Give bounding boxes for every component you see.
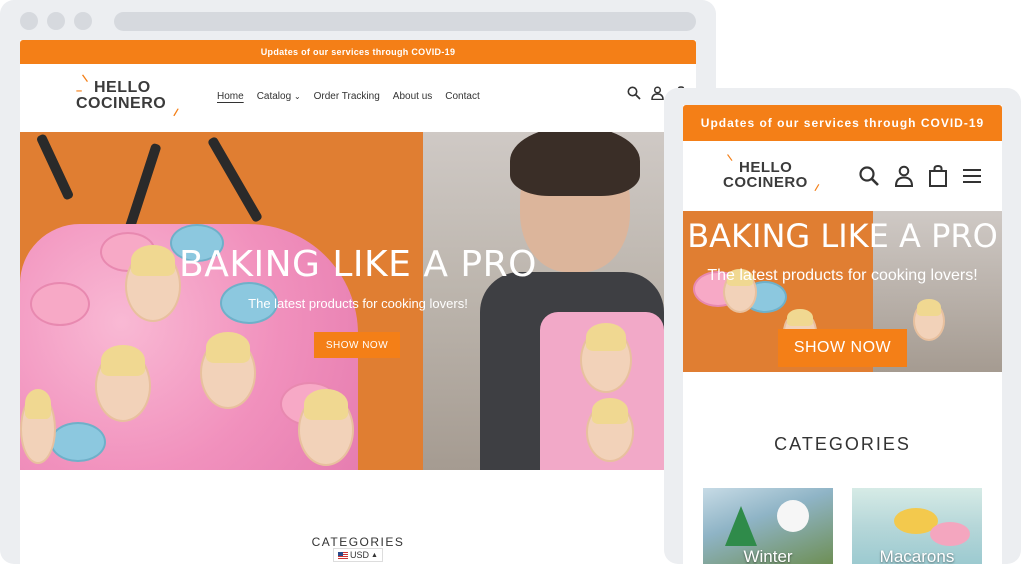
window-dot xyxy=(47,12,65,30)
logo-ray: / xyxy=(813,182,820,195)
face-print xyxy=(586,398,634,462)
logo-line2: COCINERO xyxy=(723,174,808,191)
face-print xyxy=(913,299,945,341)
mobile-site-logo[interactable]: \ HELLO COCINERO / xyxy=(723,153,820,194)
category-tile-winter[interactable]: Winter xyxy=(703,488,833,564)
woman-hair xyxy=(510,132,640,196)
logo-ray: \ xyxy=(726,152,734,165)
hero-title: BAKING LIKE A PRO xyxy=(179,244,537,285)
desktop-browser-mockup: Updates of our services through COVID-19… xyxy=(0,0,716,564)
logo-ray: – xyxy=(76,85,83,97)
address-bar[interactable] xyxy=(114,12,696,31)
mobile-header: \ HELLO COCINERO / xyxy=(683,141,1002,211)
cart-icon[interactable] xyxy=(928,164,948,192)
site-header: \ – HELLO COCINERO / Home Catalog ⌄ Orde… xyxy=(20,64,696,132)
us-flag-icon xyxy=(338,551,349,559)
main-nav: Home Catalog ⌄ Order Tracking About us C… xyxy=(217,91,480,102)
announcement-bar[interactable]: Updates of our services through COVID-19 xyxy=(20,40,696,64)
search-icon[interactable] xyxy=(627,86,641,100)
search-icon[interactable] xyxy=(858,165,880,192)
mobile-hero-banner: BAKING LIKE A PRO The latest products fo… xyxy=(683,211,1002,372)
show-now-button[interactable]: SHOW NOW xyxy=(314,332,400,358)
face-print xyxy=(298,389,354,466)
chevron-down-icon: ⌄ xyxy=(293,92,301,101)
desktop-screen: Updates of our services through COVID-19… xyxy=(20,40,696,564)
face-print xyxy=(580,322,632,393)
logo-line2: COCINERO xyxy=(76,95,167,112)
account-icon[interactable] xyxy=(651,86,664,100)
account-icon[interactable] xyxy=(894,165,914,192)
logo-line1: HELLO xyxy=(739,159,793,176)
category-label: Winter xyxy=(743,547,793,564)
currency-label: USD xyxy=(350,550,370,560)
window-controls xyxy=(20,12,92,30)
window-dot xyxy=(20,12,38,30)
hero-subtitle: The latest products for cooking lovers! xyxy=(248,296,468,311)
mobile-show-now-button[interactable]: SHOW NOW xyxy=(778,329,907,367)
mobile-header-icons xyxy=(858,164,982,192)
mobile-announcement-text: Updates of our services through COVID-19 xyxy=(700,116,985,130)
snowman-image xyxy=(777,500,809,532)
nav-catalog[interactable]: Catalog ⌄ xyxy=(257,91,301,102)
mobile-screen: Updates of our services through COVID-19… xyxy=(683,105,1002,564)
face-print xyxy=(95,345,151,422)
nav-home[interactable]: Home xyxy=(217,91,244,102)
nav-about-us[interactable]: About us xyxy=(393,91,432,102)
nav-catalog-label: Catalog xyxy=(256,91,292,102)
window-dot xyxy=(74,12,92,30)
macaron-pattern xyxy=(50,422,106,462)
showcase: Updates of our services through COVID-19… xyxy=(0,0,1023,564)
tree-image xyxy=(725,506,757,546)
chevron-up-icon: ▲ xyxy=(371,551,378,559)
logo-ray: / xyxy=(172,106,180,120)
mobile-hero-title: BAKING LIKE A PRO xyxy=(687,217,998,255)
menu-icon[interactable] xyxy=(962,167,982,190)
mobile-announcement-bar[interactable]: Updates of our services through COVID-19 xyxy=(683,105,1002,141)
macaron-image xyxy=(930,522,970,546)
categories-heading: CATEGORIES xyxy=(311,535,405,549)
face-print xyxy=(200,332,256,409)
nav-order-tracking[interactable]: Order Tracking xyxy=(314,91,380,102)
site-logo[interactable]: \ – HELLO COCINERO / xyxy=(76,73,179,119)
mobile-categories-heading: CATEGORIES xyxy=(774,434,911,454)
mobile-hero-subtitle: The latest products for cooking lovers! xyxy=(707,267,978,284)
logo-line1: HELLO xyxy=(94,79,151,96)
category-label: Macarons xyxy=(879,547,955,564)
mobile-phone-mockup: Updates of our services through COVID-19… xyxy=(664,88,1021,564)
currency-selector[interactable]: USD ▲ xyxy=(333,548,383,562)
nav-contact[interactable]: Contact xyxy=(445,91,479,102)
logo-ray: \ xyxy=(81,72,90,86)
face-print xyxy=(20,389,56,464)
announcement-text: Updates of our services through COVID-19 xyxy=(260,47,456,57)
category-tile-macarons[interactable]: Macarons xyxy=(852,488,982,564)
